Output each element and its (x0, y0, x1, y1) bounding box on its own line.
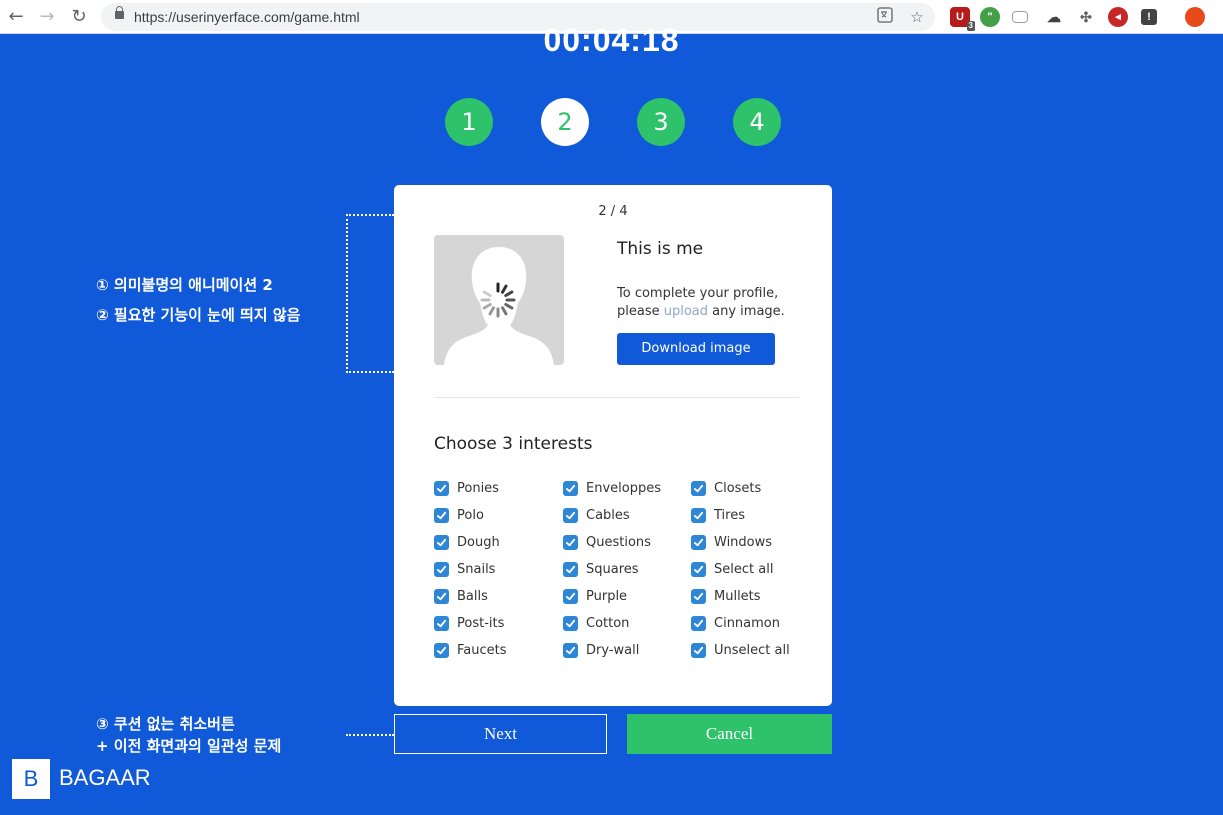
step-2-active: 2 (541, 98, 589, 146)
interest-label: Polo (457, 507, 484, 523)
interest-label: Mullets (714, 588, 761, 604)
interest-checkbox-item[interactable]: Closets (691, 478, 761, 498)
checkbox-checked-icon[interactable] (563, 615, 578, 631)
interest-label: Post-its (457, 615, 505, 631)
annotation-bracket (346, 214, 394, 373)
annotation-note-3: ③ 쿠션 없는 취소버튼 (96, 715, 235, 733)
interest-label: Purple (586, 588, 628, 604)
interest-label: Cables (586, 507, 630, 523)
interest-label: Cinnamon (714, 615, 780, 631)
interest-checkbox-item[interactable]: Windows (691, 532, 772, 552)
checkbox-checked-icon[interactable] (563, 642, 578, 658)
interest-checkbox-item[interactable]: Dry-wall (563, 640, 639, 660)
interest-checkbox-item[interactable]: Mullets (691, 586, 761, 606)
checkbox-checked-icon[interactable] (691, 561, 706, 577)
interest-label: Questions (586, 534, 651, 550)
bagaar-logo-mark: B (12, 759, 50, 799)
interest-checkbox-item[interactable]: Select all (691, 559, 773, 579)
checkbox-checked-icon[interactable] (563, 507, 578, 523)
interest-label: Windows (714, 534, 773, 550)
annotation-connector (346, 734, 394, 736)
download-image-button[interactable]: Download image (617, 333, 775, 365)
interest-checkbox-item[interactable]: Enveloppes (563, 478, 661, 498)
interest-label: Ponies (457, 480, 499, 496)
checkbox-checked-icon[interactable] (434, 615, 449, 631)
checkbox-checked-icon[interactable] (434, 534, 449, 550)
interest-checkbox-item[interactable]: Faucets (434, 640, 507, 660)
card-divider (434, 397, 799, 398)
profile-card: 2 / 4 This is me To complete your profil… (394, 185, 832, 706)
checkbox-checked-icon[interactable] (691, 615, 706, 631)
profile-title: This is me (617, 239, 704, 259)
interest-label: Unselect all (714, 642, 790, 658)
interest-checkbox-item[interactable]: Unselect all (691, 640, 790, 660)
profile-text-line-2b: any image. (708, 304, 785, 319)
checkbox-checked-icon[interactable] (434, 507, 449, 523)
interest-label: Tires (714, 507, 745, 523)
checkbox-checked-icon[interactable] (434, 561, 449, 577)
interest-label: Enveloppes (586, 480, 661, 496)
interest-label: Dry-wall (586, 642, 640, 658)
step-4: 4 (733, 98, 781, 146)
interest-checkbox-item[interactable]: Cinnamon (691, 613, 780, 633)
checkbox-checked-icon[interactable] (691, 588, 706, 604)
checkbox-checked-icon[interactable] (563, 480, 578, 496)
checkbox-checked-icon[interactable] (691, 507, 706, 523)
checkbox-checked-icon[interactable] (434, 642, 449, 658)
interest-checkbox-item[interactable]: Ponies (434, 478, 499, 498)
interest-checkbox-item[interactable]: Dough (434, 532, 500, 552)
interest-label: Snails (457, 561, 496, 577)
checkbox-checked-icon[interactable] (434, 480, 449, 496)
interest-checkbox-item[interactable]: Cotton (563, 613, 629, 633)
interest-label: Balls (457, 588, 488, 604)
interest-checkbox-item[interactable]: Post-its (434, 613, 504, 633)
checkbox-checked-icon[interactable] (563, 534, 578, 550)
lock-icon (115, 6, 124, 19)
bagaar-logo-text: BAGAAR (59, 765, 151, 790)
checkbox-checked-icon[interactable] (691, 534, 706, 550)
next-button[interactable]: Next (394, 714, 607, 754)
annotation-note-1: ① 의미불명의 애니메이션 2 (96, 276, 273, 294)
interest-label: Cotton (586, 615, 630, 631)
interest-label: Select all (714, 561, 774, 577)
profile-text-line-2a: please (617, 304, 664, 319)
cancel-button[interactable]: Cancel (627, 714, 832, 754)
interest-label: Closets (714, 480, 762, 496)
annotation-note-2: ② 필요한 기능이 눈에 띄지 않음 (96, 306, 301, 324)
annotation-note-4: + 이전 화면과의 일관성 문제 (96, 737, 282, 755)
interest-checkbox-item[interactable]: Squares (563, 559, 639, 579)
checkbox-checked-icon[interactable] (563, 588, 578, 604)
interest-label: Faucets (457, 642, 507, 658)
interest-checkbox-item[interactable]: Purple (563, 586, 627, 606)
interest-checkbox-item[interactable]: Questions (563, 532, 651, 552)
interest-checkbox-item[interactable]: Polo (434, 505, 484, 525)
interests-title: Choose 3 interests (434, 434, 593, 454)
checkbox-checked-icon[interactable] (691, 642, 706, 658)
interest-checkbox-item[interactable]: Cables (563, 505, 630, 525)
profile-instructions: To complete your profile, please upload … (617, 285, 807, 321)
checkbox-checked-icon[interactable] (434, 588, 449, 604)
interest-checkbox-item[interactable]: Snails (434, 559, 495, 579)
step-3: 3 (637, 98, 685, 146)
interest-label: Squares (586, 561, 639, 577)
checkbox-checked-icon[interactable] (563, 561, 578, 577)
page-counter: 2 / 4 (598, 204, 628, 219)
game-timer: 00:04:18 (543, 22, 680, 58)
interest-checkbox-item[interactable]: Tires (691, 505, 745, 525)
loading-spinner-icon (480, 282, 516, 318)
profile-text-line-1: To complete your profile, (617, 286, 779, 301)
interest-label: Dough (457, 534, 500, 550)
step-1: 1 (445, 98, 493, 146)
upload-link[interactable]: upload (664, 304, 708, 319)
checkbox-checked-icon[interactable] (691, 480, 706, 496)
interest-checkbox-item[interactable]: Balls (434, 586, 488, 606)
